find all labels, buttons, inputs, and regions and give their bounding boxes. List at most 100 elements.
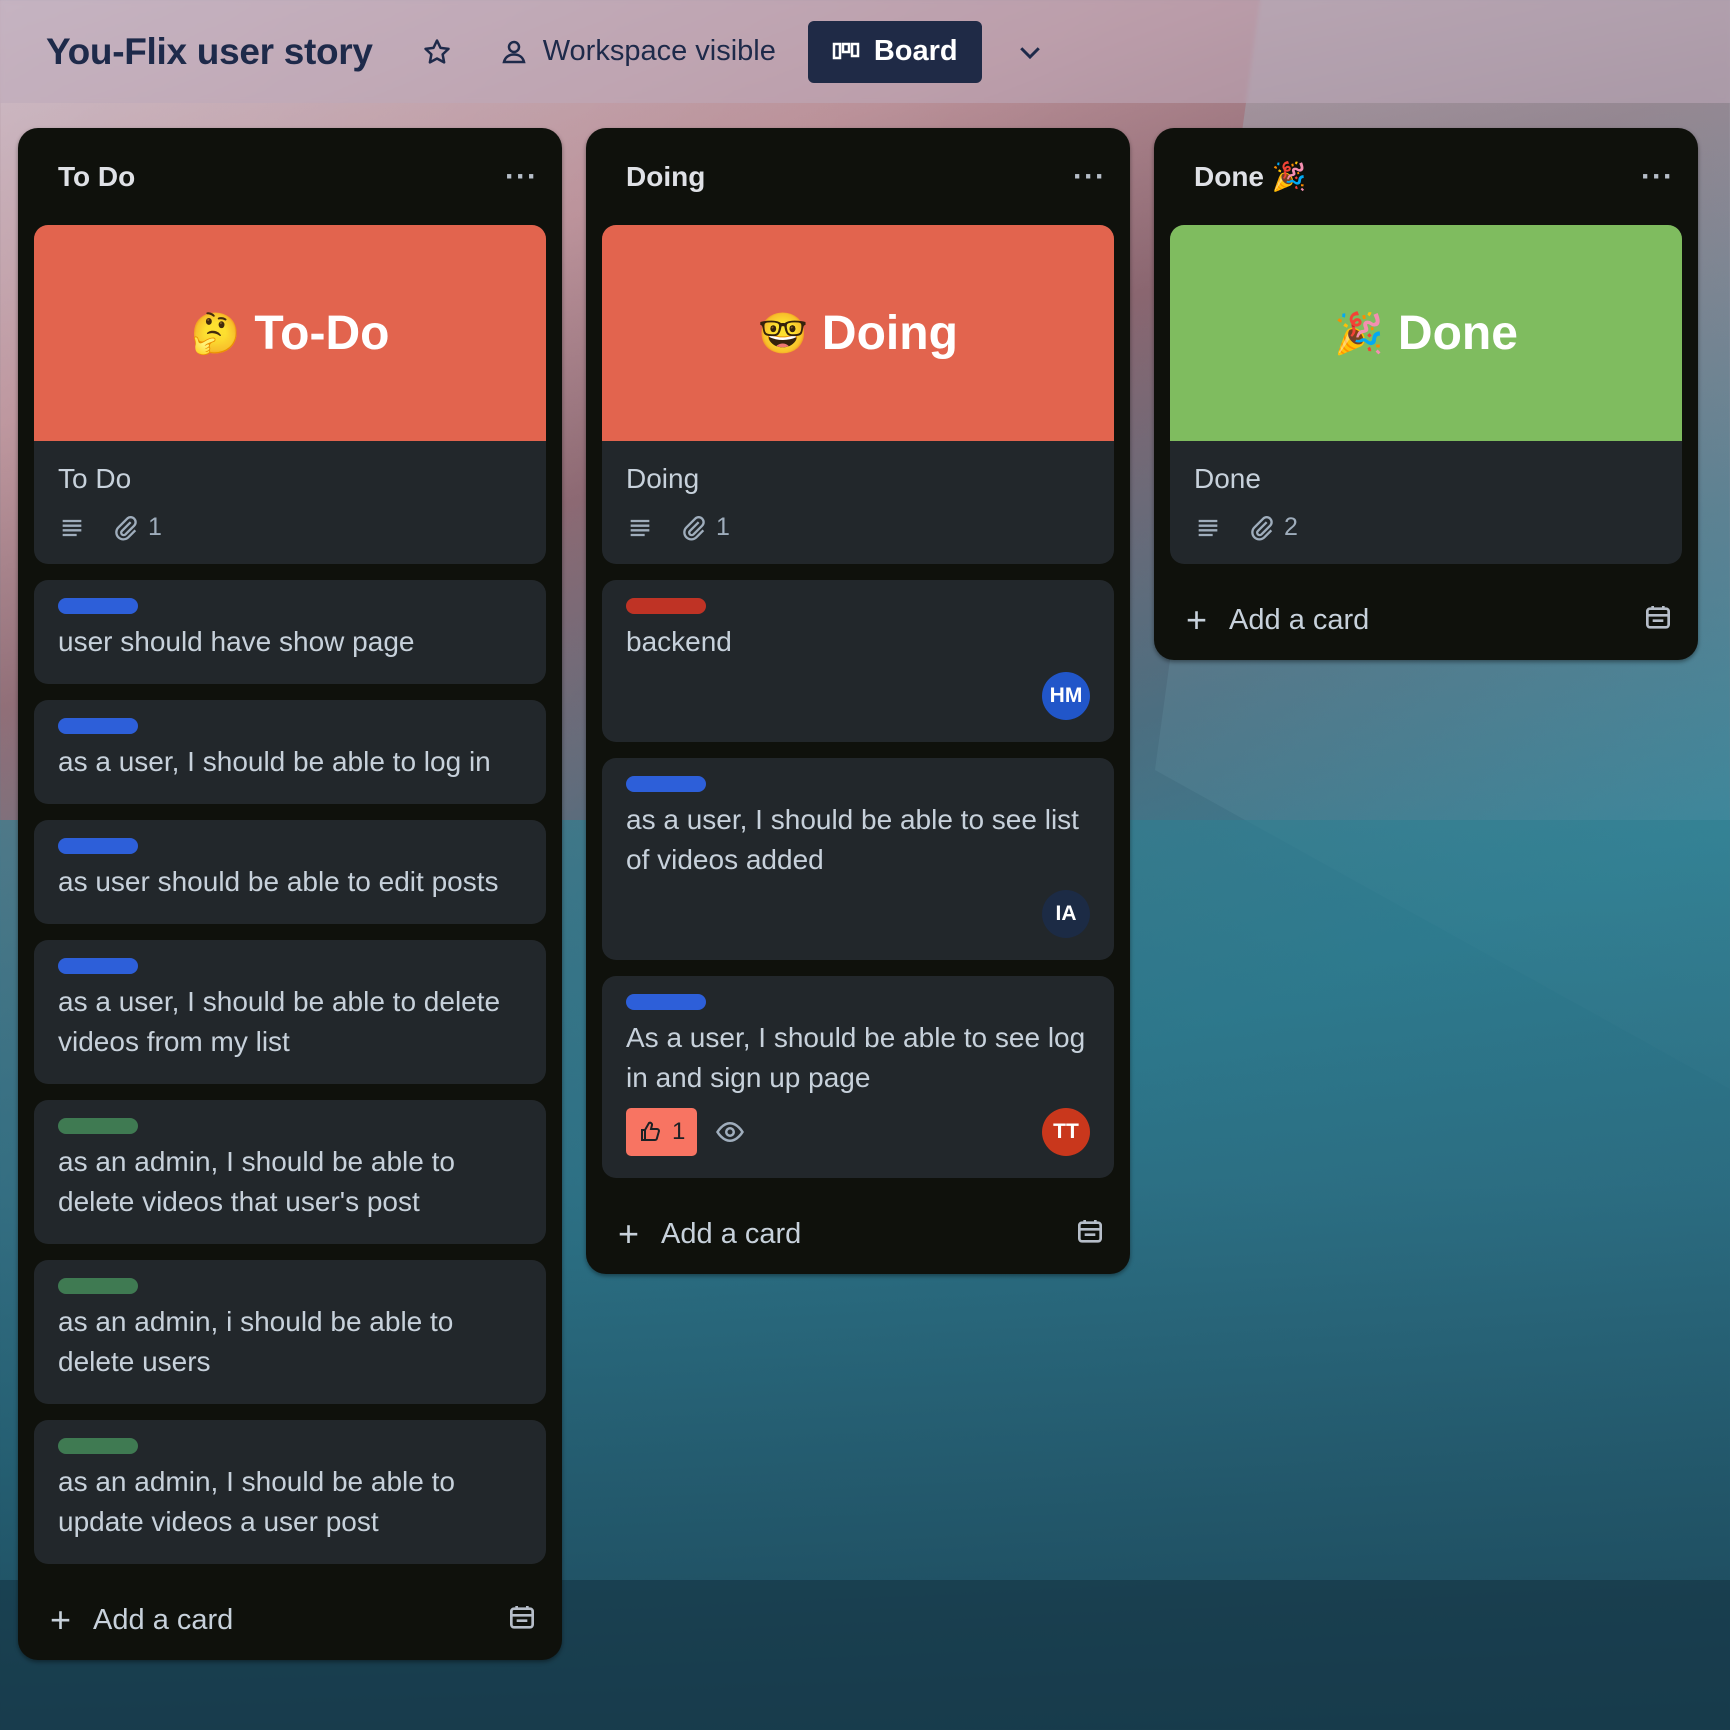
attachments-badge: 2 [1248,513,1298,542]
nerd-face-icon: 🤓 [758,311,808,356]
avatar[interactable]: HM [1042,672,1090,720]
card-cover: 🤓 Doing [602,225,1114,441]
card[interactable]: as a user, I should be able to delete vi… [34,940,546,1084]
board-view-label: Board [873,35,958,67]
list-title[interactable]: Done 🎉 [1194,160,1307,193]
card-label-blue[interactable] [58,838,138,854]
star-icon [423,38,450,64]
card-title: as an admin, I should be able to update … [58,1466,455,1537]
eye-icon [716,1121,745,1143]
avatar[interactable]: IA [1042,890,1090,938]
description-icon [1198,519,1218,536]
card-title: as an admin, I should be able to delete … [58,1146,455,1217]
plus-icon: + [618,1213,640,1254]
add-card-row: + Add a card [586,1194,1130,1274]
vote-count: 1 [672,1118,686,1145]
list-header: To Do ··· [18,128,562,225]
list-done: Done 🎉 ··· 🎉 Done Done 2 + Add a card [1154,128,1698,660]
card-title: As a user, I should be able to see log i… [626,1022,1086,1093]
card-label-green[interactable] [58,1118,138,1134]
card-cover-todo[interactable]: 🤔 To-Do To Do 1 [34,225,546,564]
card-title: as an admin, i should be able to delete … [58,1306,454,1377]
visibility-label: Workspace visible [542,35,776,67]
list-todo: To Do ··· 🤔 To-Do To Do 1 user should ha… [18,128,562,1660]
card[interactable]: as a user, I should be able to see list … [602,758,1114,960]
party-popper-icon: 🎉 [1334,311,1384,356]
cover-text: Doing [821,306,958,360]
card-label-blue[interactable] [58,718,138,734]
card[interactable]: as user should be able to edit posts [34,820,546,924]
description-icon [62,519,82,536]
template-icon [510,1605,534,1629]
cover-text: To-Do [254,306,390,360]
add-card-label: Add a card [1229,603,1370,636]
card-title: Doing [626,463,700,494]
create-from-template-button[interactable] [506,1602,538,1639]
card-cover-doing[interactable]: 🤓 Doing Doing 1 [602,225,1114,564]
card-cover: 🎉 Done [1170,225,1682,441]
card[interactable]: as a user, I should be able to log in [34,700,546,804]
create-from-template-button[interactable] [1074,1216,1106,1253]
card[interactable]: backend HM [602,580,1114,742]
chevron-down-icon [1019,46,1040,59]
board-title[interactable]: You-Flix user story [46,31,373,73]
list-header: Doing ··· [586,128,1130,225]
card-label-blue[interactable] [58,958,138,974]
people-icon [502,40,526,63]
vote-badge[interactable]: 1 [626,1108,698,1156]
visibility-button[interactable]: Workspace visible [499,35,776,68]
card-title: as user should be able to edit posts [58,866,499,897]
add-card-button[interactable]: + Add a card [1186,602,1369,638]
card-label-blue[interactable] [626,994,706,1010]
thinking-face-icon: 🤔 [190,311,241,356]
plus-icon: + [1186,599,1208,640]
board-icon [832,42,860,59]
attachments-badge: 1 [680,513,730,542]
cover-text: Done [1397,306,1518,360]
paperclip-icon [1251,515,1273,540]
star-board-button[interactable] [415,30,459,74]
card-title: as a user, I should be able to log in [58,746,491,777]
card[interactable]: as an admin, I should be able to update … [34,1420,546,1564]
list-menu-button[interactable]: ··· [1641,160,1674,194]
description-icon [630,519,650,536]
attachments-count: 2 [1284,513,1298,541]
board-header: You-Flix user story Workspace visible Bo… [0,0,1730,103]
add-card-label: Add a card [661,1217,802,1250]
card-label-red[interactable] [626,598,706,614]
card-title: backend [626,626,732,657]
attachments-count: 1 [148,513,162,541]
card-label-green[interactable] [58,1278,138,1294]
card-cover-done[interactable]: 🎉 Done Done 2 [1170,225,1682,564]
add-card-button[interactable]: + Add a card [50,1602,233,1638]
card[interactable]: as an admin, i should be able to delete … [34,1260,546,1404]
add-card-button[interactable]: + Add a card [618,1216,801,1252]
template-icon [1078,1219,1102,1243]
card[interactable]: as an admin, I should be able to delete … [34,1100,546,1244]
add-card-label: Add a card [93,1603,234,1636]
description-badge [1194,514,1222,542]
view-switcher-button[interactable] [1008,30,1052,74]
card-label-blue[interactable] [58,598,138,614]
card-title: Done [1194,463,1261,494]
paperclip-icon [115,515,137,540]
card-label-green[interactable] [58,1438,138,1454]
list-title[interactable]: Doing [626,161,705,193]
attachments-count: 1 [716,513,730,541]
card-title: user should have show page [58,626,415,657]
card-label-blue[interactable] [626,776,706,792]
create-from-template-button[interactable] [1642,602,1674,639]
card[interactable]: As a user, I should be able to see log i… [602,976,1114,1178]
card-cover: 🤔 To-Do [34,225,546,441]
list-header: Done 🎉 ··· [1154,128,1698,225]
avatar[interactable]: TT [1042,1108,1090,1156]
board-view-button[interactable]: Board [807,20,982,83]
add-card-row: + Add a card [1154,580,1698,660]
list-menu-button[interactable]: ··· [1073,160,1106,194]
list-title[interactable]: To Do [58,161,135,193]
template-icon [1646,605,1670,629]
card-title: as a user, I should be able to see list … [626,804,1079,875]
attachments-badge: 1 [112,513,162,542]
list-menu-button[interactable]: ··· [505,160,538,194]
card[interactable]: user should have show page [34,580,546,684]
